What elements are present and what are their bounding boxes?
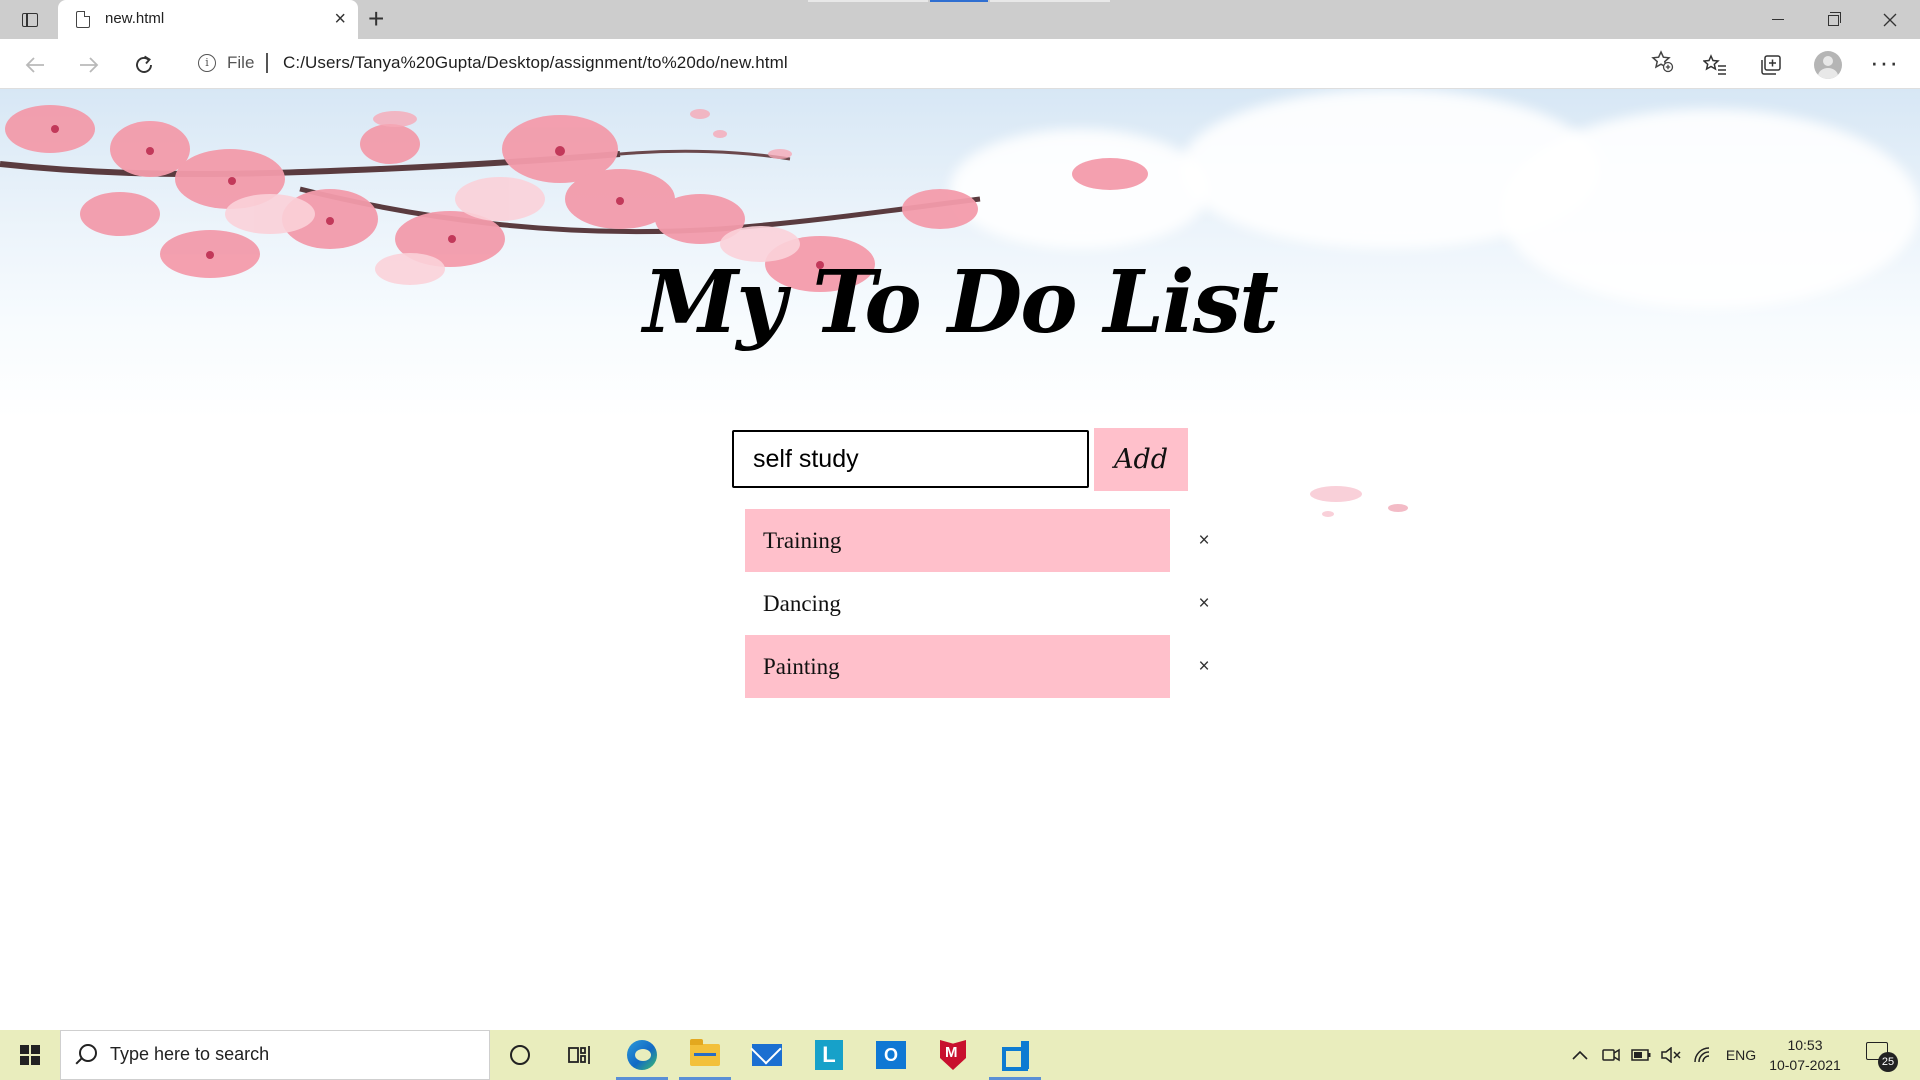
taskbar-app-edge[interactable] bbox=[612, 1030, 672, 1080]
taskbar-app-file-explorer[interactable] bbox=[675, 1030, 735, 1080]
minimize-button[interactable] bbox=[1750, 0, 1806, 39]
input-language[interactable]: ENG bbox=[1722, 1030, 1760, 1080]
reload-button[interactable] bbox=[127, 48, 161, 82]
drag-region bbox=[808, 0, 928, 2]
forward-button[interactable] bbox=[72, 48, 106, 82]
taskbar-app-mcafee[interactable] bbox=[923, 1030, 983, 1080]
tab-close-icon[interactable]: × bbox=[334, 8, 346, 30]
divider bbox=[266, 53, 268, 73]
search-placeholder: Type here to search bbox=[110, 1044, 270, 1064]
task-view-button[interactable] bbox=[550, 1030, 610, 1080]
start-button[interactable] bbox=[0, 1030, 60, 1080]
todo-item[interactable]: Dancing × bbox=[745, 572, 1225, 635]
search-icon bbox=[79, 1044, 97, 1062]
clock-date: 10-07-2021 bbox=[1769, 1057, 1841, 1073]
mail-icon bbox=[752, 1044, 782, 1066]
remove-item-icon[interactable]: × bbox=[1189, 509, 1219, 572]
drag-region bbox=[990, 0, 1110, 2]
clock-time: 10:53 bbox=[1787, 1037, 1823, 1053]
browser-tab-strip: new.html × + bbox=[0, 0, 1920, 39]
scheme-label: File bbox=[227, 53, 255, 72]
close-icon bbox=[1883, 13, 1897, 26]
cortana-button[interactable] bbox=[490, 1030, 550, 1080]
cortana-icon bbox=[510, 1045, 530, 1065]
new-tab-button[interactable]: + bbox=[368, 3, 384, 35]
petal-decoration bbox=[1310, 486, 1408, 517]
notification-badge: 25 bbox=[1878, 1052, 1898, 1072]
page-viewport: My To Do List Add Training × Dancing × P… bbox=[0, 89, 1920, 1030]
browser-tab[interactable]: new.html × bbox=[58, 0, 358, 39]
remove-item-icon[interactable]: × bbox=[1189, 635, 1219, 698]
outlook-icon: O bbox=[876, 1041, 906, 1069]
info-icon[interactable]: i bbox=[198, 54, 216, 72]
profile-avatar[interactable] bbox=[1814, 51, 1842, 79]
screen: new.html × + i File C:/Users/Tanya%20Gup… bbox=[0, 0, 1920, 1080]
task-input[interactable] bbox=[732, 430, 1089, 488]
todo-item[interactable]: Training × bbox=[745, 509, 1225, 572]
taskbar-app-mail[interactable] bbox=[737, 1030, 797, 1080]
reload-icon bbox=[136, 55, 152, 73]
star-plus-icon bbox=[1651, 50, 1674, 73]
more-menu-button[interactable]: ··· bbox=[1870, 47, 1899, 78]
volume-muted-icon[interactable] bbox=[1658, 1030, 1684, 1080]
meet-now-icon[interactable] bbox=[1598, 1030, 1624, 1080]
chevron-up-icon bbox=[1572, 1050, 1588, 1060]
remove-item-icon[interactable]: × bbox=[1189, 572, 1219, 635]
browser-toolbar: i File C:/Users/Tanya%20Gupta/Desktop/as… bbox=[0, 39, 1920, 89]
taskbar-app-outlook[interactable]: O bbox=[861, 1030, 921, 1080]
l-app-icon: L bbox=[815, 1040, 843, 1070]
todo-item[interactable]: Painting × bbox=[745, 635, 1225, 698]
todo-text[interactable]: Painting bbox=[745, 635, 1170, 698]
arrow-left-icon bbox=[25, 57, 44, 73]
vscode-icon bbox=[1000, 1040, 1030, 1070]
show-hidden-icons-button[interactable] bbox=[1568, 1030, 1592, 1080]
drag-region-indicator bbox=[930, 0, 988, 2]
arrow-right-icon bbox=[80, 57, 99, 73]
todo-text[interactable]: Dancing bbox=[745, 572, 1170, 635]
folder-icon bbox=[690, 1039, 720, 1066]
todo-list: Training × Dancing × Painting × bbox=[745, 509, 1225, 698]
taskbar-clock[interactable]: 10:53 10-07-2021 bbox=[1765, 1035, 1845, 1075]
page-title: My To Do List bbox=[643, 252, 1279, 353]
taskbar-app-vscode[interactable] bbox=[985, 1030, 1045, 1080]
windows-taskbar: Type here to search L O ENG 10:53 bbox=[0, 1030, 1920, 1080]
taskbar-search[interactable]: Type here to search bbox=[60, 1030, 490, 1080]
address-bar[interactable]: i File C:/Users/Tanya%20Gupta/Desktop/as… bbox=[180, 44, 1684, 82]
task-view-icon bbox=[568, 1046, 590, 1064]
add-favorite-icon[interactable] bbox=[1650, 49, 1674, 79]
back-button[interactable] bbox=[18, 48, 52, 82]
mcafee-shield-icon bbox=[940, 1040, 966, 1070]
collections-icon[interactable] bbox=[1756, 50, 1786, 80]
tab-actions-icon[interactable] bbox=[14, 8, 46, 32]
wifi-icon[interactable] bbox=[1690, 1030, 1716, 1080]
tab-title: new.html bbox=[105, 10, 165, 27]
todo-text[interactable]: Training bbox=[745, 509, 1170, 572]
edge-icon bbox=[627, 1040, 657, 1070]
url-text[interactable]: C:/Users/Tanya%20Gupta/Desktop/assignmen… bbox=[283, 53, 788, 73]
page-icon bbox=[76, 11, 90, 28]
windows-logo-icon bbox=[20, 1045, 40, 1065]
restore-button[interactable] bbox=[1806, 0, 1862, 39]
battery-icon[interactable] bbox=[1628, 1030, 1654, 1080]
close-window-button[interactable] bbox=[1862, 0, 1918, 39]
favorites-icon[interactable] bbox=[1700, 50, 1730, 80]
taskbar-app-l[interactable]: L bbox=[799, 1030, 859, 1080]
add-button[interactable]: Add bbox=[1094, 428, 1188, 491]
